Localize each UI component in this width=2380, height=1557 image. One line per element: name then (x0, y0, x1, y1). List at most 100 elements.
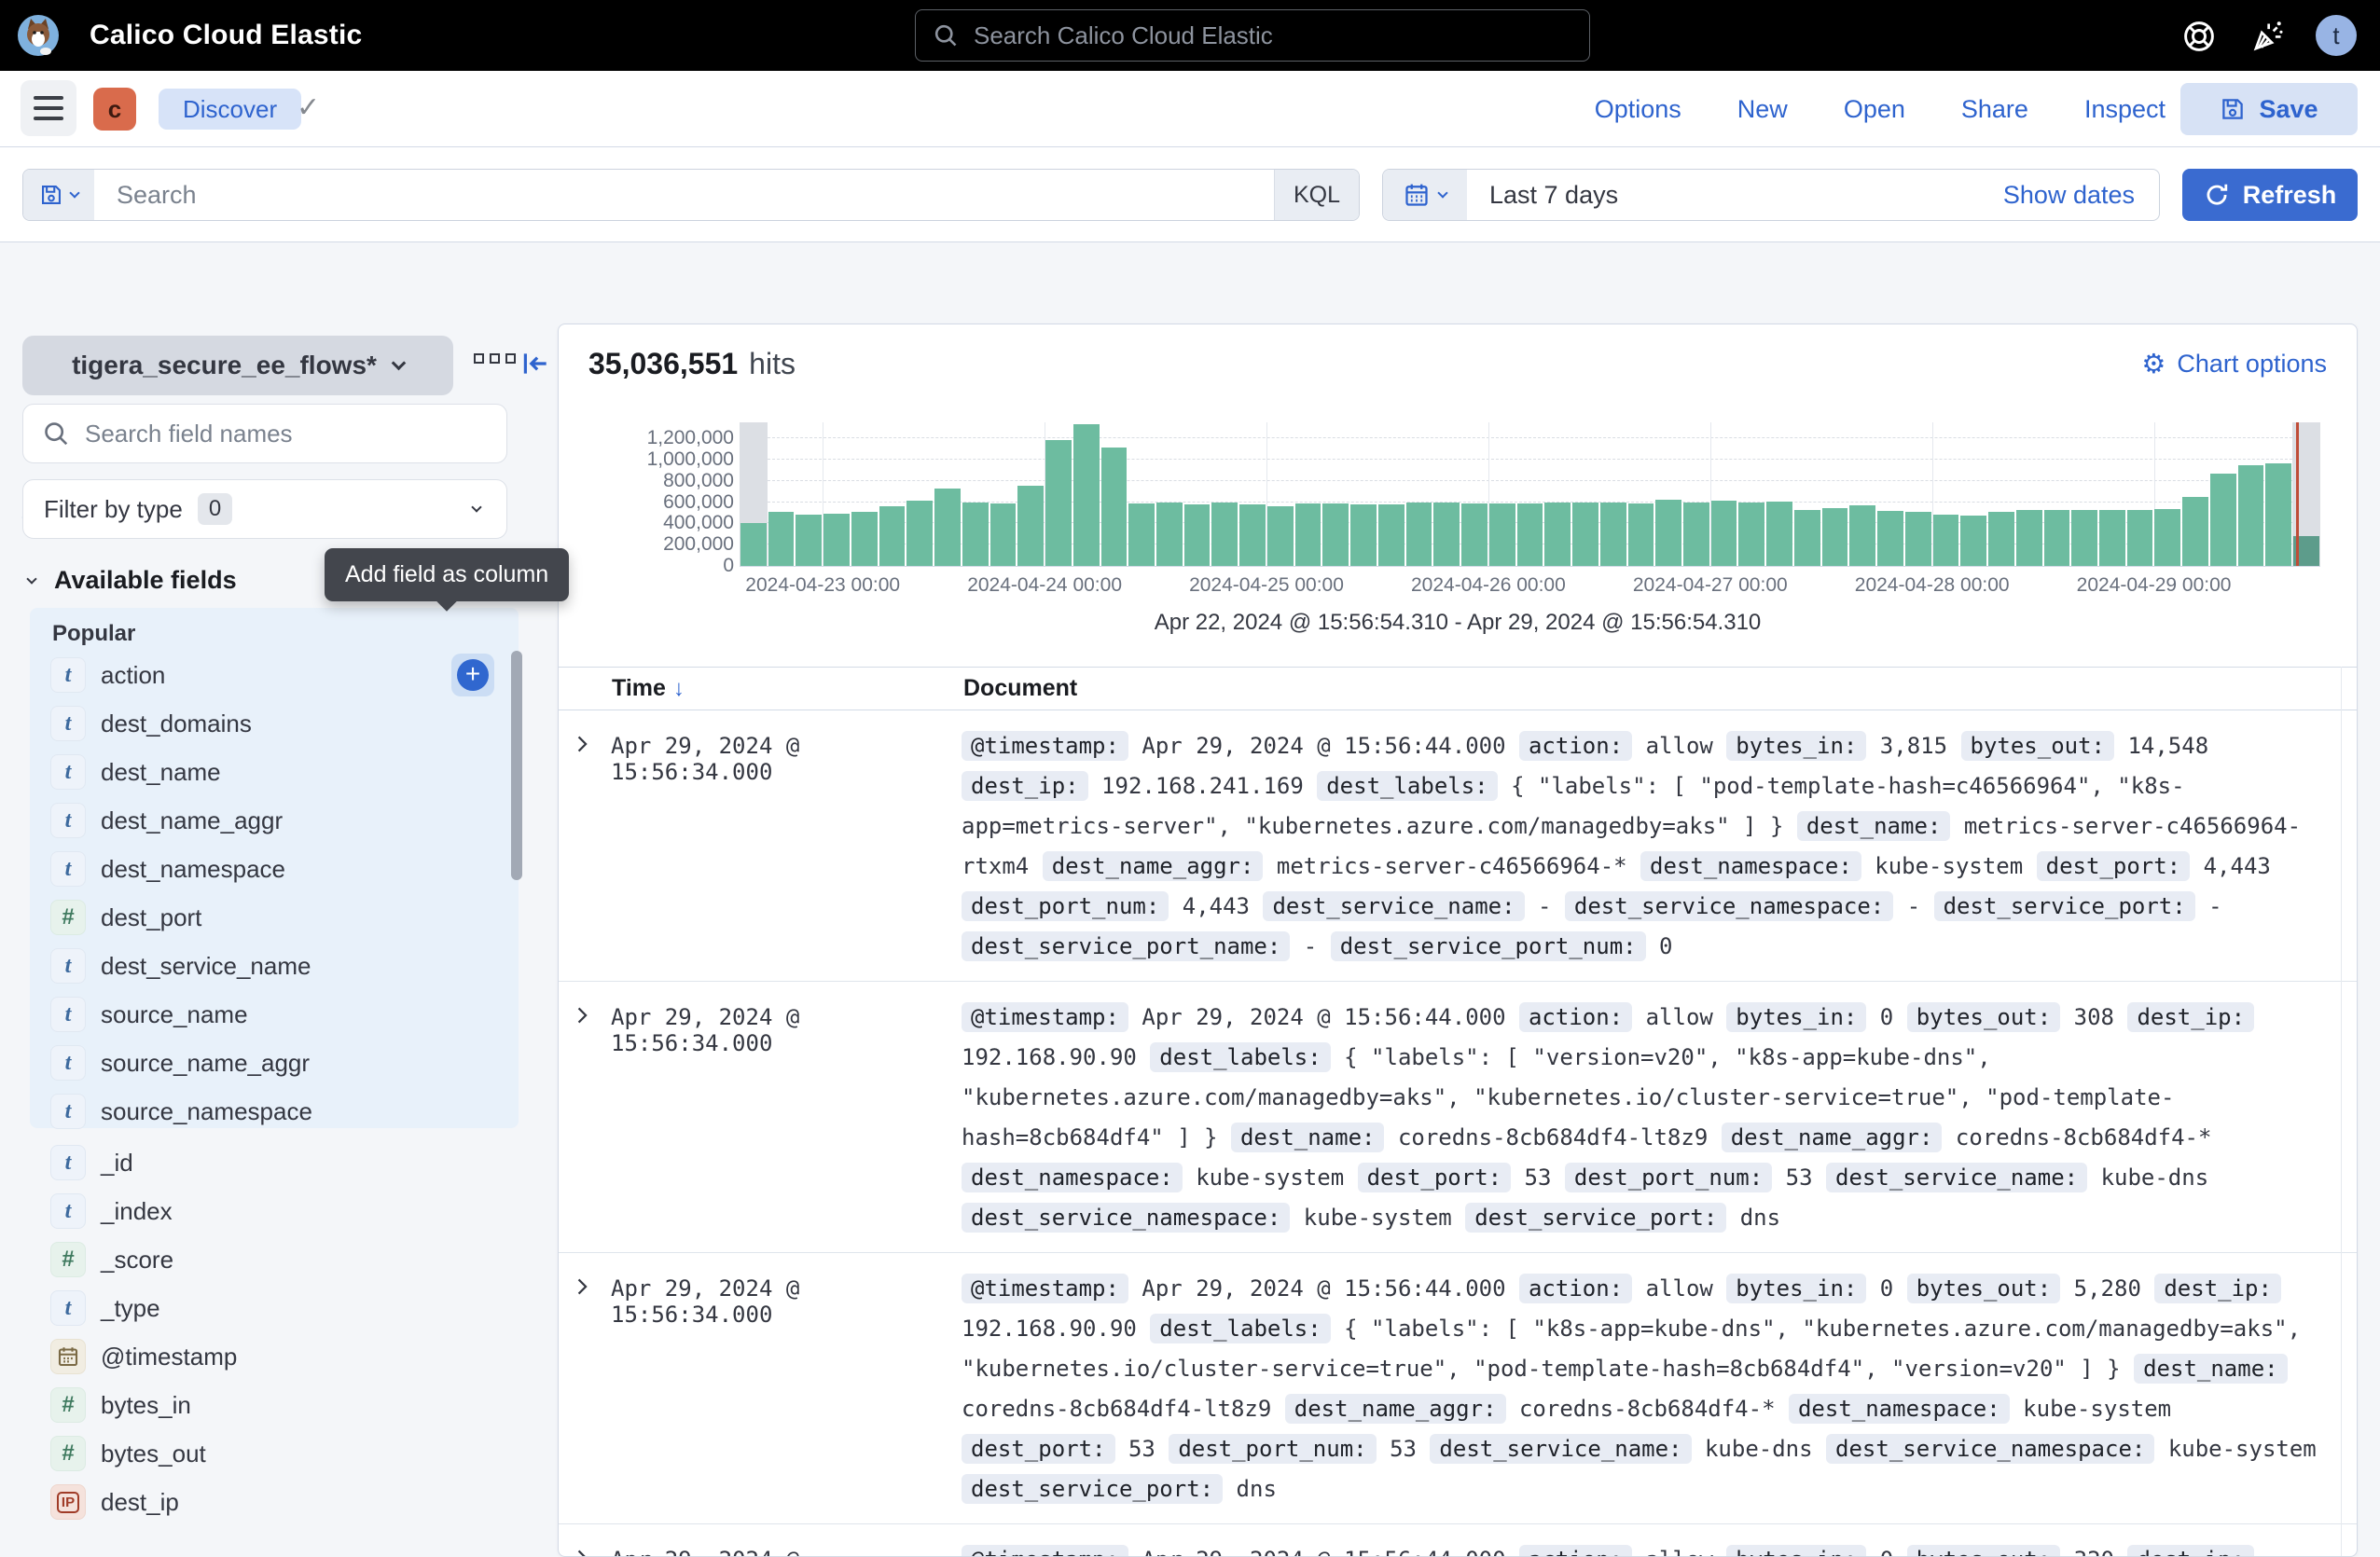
histogram-bar[interactable] (1128, 503, 1155, 566)
field-item-bytes_in[interactable]: #bytes_in (30, 1381, 519, 1429)
histogram-bar[interactable] (1211, 503, 1238, 566)
histogram-bar[interactable] (1378, 504, 1404, 566)
histogram-bucket[interactable] (1128, 422, 1155, 566)
histogram-bucket[interactable] (906, 422, 934, 566)
histogram-bucket[interactable] (1654, 422, 1682, 566)
histogram-bucket[interactable] (1045, 422, 1072, 566)
histogram-bucket[interactable] (1987, 422, 2015, 566)
histogram-bar[interactable] (1766, 502, 1792, 566)
histogram-bucket[interactable] (2264, 422, 2292, 566)
histogram-bar[interactable] (2265, 463, 2291, 566)
field-key-badge[interactable]: dest_ip: (2154, 1274, 2281, 1303)
field-key-badge[interactable]: dest_service_port: (1934, 891, 2195, 921)
field-key-badge[interactable]: dest_name_aggr: (1722, 1123, 1943, 1152)
histogram-bar[interactable] (1295, 503, 1321, 566)
field-key-badge[interactable]: bytes_in: (1726, 1545, 1866, 1557)
histogram-bucket[interactable] (2070, 422, 2098, 566)
field-key-badge[interactable]: dest_service_namespace: (1826, 1434, 2154, 1464)
chart-options-button[interactable]: ⚙ Chart options (2141, 348, 2327, 380)
histogram-bar[interactable] (906, 501, 933, 566)
histogram-bucket[interactable] (1627, 422, 1655, 566)
menu-item-open[interactable]: Open (1844, 95, 1905, 124)
histogram-bucket[interactable] (1765, 422, 1793, 566)
field-key-badge[interactable]: dest_name: (1231, 1123, 1385, 1152)
global-search-input[interactable] (974, 21, 1533, 50)
histogram-bar[interactable] (2071, 510, 2097, 567)
field-key-badge[interactable]: dest_namespace: (962, 1163, 1183, 1192)
histogram-bucket[interactable] (879, 422, 906, 566)
histogram-bar[interactable] (1267, 506, 1294, 567)
field-item-bytes_out[interactable]: #bytes_out (30, 1429, 519, 1478)
histogram-bar[interactable] (1239, 504, 1266, 566)
field-key-badge[interactable]: bytes_in: (1726, 731, 1866, 761)
field-key-badge[interactable]: dest_name: (2134, 1354, 2288, 1384)
field-key-badge[interactable]: action: (1519, 1545, 1632, 1557)
histogram-bucket[interactable] (1543, 422, 1571, 566)
field-key-badge[interactable]: @timestamp: (962, 1002, 1128, 1032)
histogram-bar[interactable] (1461, 503, 1488, 566)
histogram-bucket[interactable] (1238, 422, 1266, 566)
histogram-bar[interactable] (851, 512, 878, 566)
histogram-bucket[interactable] (1266, 422, 1294, 566)
histogram-bucket[interactable] (962, 422, 989, 566)
histogram-bucket[interactable] (1100, 422, 1128, 566)
histogram-bar[interactable] (934, 489, 961, 566)
field-key-badge[interactable]: dest_name: (1797, 811, 1951, 841)
field-key-badge[interactable]: action: (1519, 1274, 1632, 1303)
field-item-dest_domains[interactable]: tdest_domains (30, 699, 519, 748)
field-search[interactable] (22, 404, 507, 463)
histogram-bucket[interactable] (823, 422, 851, 566)
field-item-dest_ip[interactable]: IPdest_ip (30, 1478, 519, 1526)
histogram-bar[interactable] (1600, 503, 1626, 567)
histogram-bucket[interactable] (1516, 422, 1544, 566)
field-key-badge[interactable]: dest_port: (1358, 1163, 1512, 1192)
histogram-bucket[interactable] (1932, 422, 1960, 566)
histogram-bucket[interactable] (2043, 422, 2071, 566)
field-key-badge[interactable]: dest_port: (2037, 851, 2191, 881)
histogram-bucket[interactable] (1682, 422, 1710, 566)
expand-row-button[interactable] (572, 726, 611, 967)
histogram-bar[interactable] (1017, 486, 1044, 566)
histogram-bucket[interactable] (1017, 422, 1045, 566)
field-key-badge[interactable]: @timestamp: (962, 1274, 1128, 1303)
histogram-bar[interactable] (2182, 497, 2208, 566)
histogram-bucket[interactable] (851, 422, 879, 566)
field-key-badge[interactable]: bytes_out: (1907, 1274, 2061, 1303)
field-key-badge[interactable]: dest_labels: (1150, 1042, 1330, 1072)
index-pattern-selector[interactable]: tigera_secure_ee_flows* (22, 336, 453, 395)
date-picker-menu-button[interactable] (1383, 170, 1467, 220)
menu-item-new[interactable]: New (1737, 95, 1788, 124)
field-key-badge[interactable]: bytes_in: (1726, 1274, 1866, 1303)
histogram-bar[interactable] (823, 514, 850, 567)
histogram-bucket[interactable] (2209, 422, 2237, 566)
field-key-badge[interactable]: dest_service_port: (1465, 1203, 1726, 1233)
field-item-action[interactable]: taction+ (30, 651, 519, 699)
expand-row-button[interactable] (572, 1540, 611, 1557)
histogram-bar[interactable] (1544, 503, 1571, 566)
field-key-badge[interactable]: dest_port_num: (1565, 1163, 1772, 1192)
histogram-bar[interactable] (1905, 512, 1931, 566)
histogram-bar[interactable] (2016, 510, 2042, 567)
space-badge[interactable]: c (93, 88, 136, 131)
calico-logo[interactable] (17, 14, 60, 57)
histogram-bucket[interactable] (1793, 422, 1821, 566)
histogram-bucket[interactable] (768, 422, 796, 566)
field-item-_type[interactable]: t_type (30, 1284, 519, 1332)
histogram-bar[interactable] (1433, 503, 1460, 566)
histogram-bucket[interactable] (1072, 422, 1100, 566)
field-key-badge[interactable]: bytes_out: (1961, 731, 2115, 761)
field-search-input[interactable] (85, 420, 477, 448)
kql-search-input[interactable] (117, 181, 1252, 210)
histogram-bar[interactable] (1572, 503, 1598, 567)
histogram-bar[interactable] (2044, 510, 2070, 567)
field-key-badge[interactable]: @timestamp: (962, 1545, 1128, 1557)
histogram-bucket[interactable] (1571, 422, 1599, 566)
field-key-badge[interactable]: dest_namespace: (1640, 851, 1861, 881)
histogram-bar[interactable] (1406, 503, 1432, 567)
histogram-bar[interactable] (962, 503, 989, 567)
help-icon[interactable] (2182, 20, 2216, 53)
histogram-bucket[interactable] (1848, 422, 1876, 566)
field-key-badge[interactable]: bytes_in: (1726, 1002, 1866, 1032)
histogram-bar[interactable] (1350, 504, 1377, 566)
field-item-source_namespace[interactable]: tsource_namespace (30, 1087, 519, 1136)
